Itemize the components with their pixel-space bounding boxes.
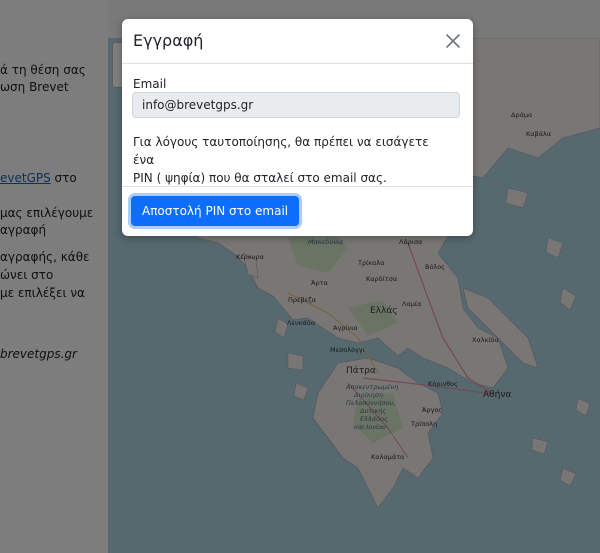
modal-header: Εγγραφή: [122, 19, 473, 64]
close-button[interactable]: [443, 31, 463, 51]
modal-title: Εγγραφή: [133, 31, 204, 50]
registration-modal: Εγγραφή Email Για λόγους ταυτοποίησης, θ…: [122, 19, 473, 236]
email-field[interactable]: [132, 92, 460, 118]
email-label: Email: [133, 77, 167, 91]
info-text-line: PIN ( ψηφία) που θα σταλεί στο email σας…: [133, 171, 387, 185]
info-text: Για λόγους ταυτοποίησης, θα πρέπει να ει…: [133, 133, 433, 187]
modal-body: Email Για λόγους ταυτοποίησης, θα πρέπει…: [122, 64, 473, 187]
info-text-line: Για λόγους ταυτοποίησης, θα πρέπει να ει…: [133, 135, 429, 167]
close-icon: [446, 34, 460, 48]
modal-footer: Αποστολή PIN στο email: [122, 187, 473, 237]
send-pin-button[interactable]: Αποστολή PIN στο email: [131, 196, 300, 226]
